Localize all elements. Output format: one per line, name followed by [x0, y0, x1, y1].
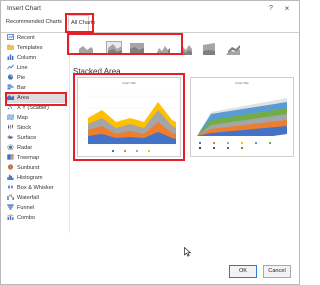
- sidebar-item-label: Line: [17, 65, 28, 71]
- pie-chart-icon: [7, 74, 14, 80]
- sidebar-item-label: Pie: [17, 75, 26, 81]
- mouse-cursor-icon: [184, 247, 192, 257]
- sidebar-item-column[interactable]: Column: [7, 54, 67, 63]
- subtype-3d-100-stacked-area[interactable]: [201, 41, 217, 55]
- histogram-chart-icon: [7, 174, 14, 180]
- sidebar-item-sunburst[interactable]: Sunburst: [7, 164, 67, 173]
- box-whisker-chart-icon: [8, 184, 13, 190]
- sidebar-item-histogram[interactable]: Histogram: [7, 174, 67, 183]
- radar-chart-icon: [7, 144, 14, 150]
- sidebar-item-recent[interactable]: Recent: [7, 34, 67, 43]
- sidebar-item-map[interactable]: Map: [7, 114, 67, 123]
- help-button[interactable]: ?: [266, 4, 276, 14]
- chart-type-list: Recent Templates Column Line Pie Bar Are…: [1, 33, 67, 241]
- templates-icon: [7, 44, 14, 50]
- sidebar-item-label: Box & Whisker: [17, 185, 54, 191]
- chart-preview-2[interactable]: Chart Title: [190, 77, 294, 157]
- sidebar-item-scatter[interactable]: X Y (Scatter): [7, 104, 67, 113]
- stacked-area-preview-graphic: [88, 95, 176, 152]
- 3d-stacked-area-subtype-icon: [180, 45, 192, 55]
- sidebar-item-box-whisker[interactable]: Box & Whisker: [7, 184, 67, 193]
- tab-bar: Recommended Charts All Charts: [1, 15, 299, 33]
- map-chart-icon: [7, 114, 14, 120]
- 3d-area-subtype-icon: [156, 46, 170, 55]
- sidebar-item-label: Templates: [17, 45, 43, 51]
- scatter-chart-icon: [7, 104, 14, 110]
- stock-chart-icon: [8, 124, 13, 130]
- chart-gallery: Stacked Area Chart Title Chart Title: [69, 33, 297, 233]
- sidebar-item-label: Bar: [17, 85, 26, 91]
- line-chart-icon: [7, 64, 14, 70]
- recent-icon: [7, 34, 14, 40]
- column-chart-icon: [7, 54, 14, 60]
- sidebar-item-area[interactable]: Area: [7, 94, 67, 103]
- sidebar-item-waterfall[interactable]: Waterfall: [7, 194, 67, 203]
- sidebar-item-pie[interactable]: Pie: [7, 74, 67, 83]
- combo-chart-icon: [7, 214, 14, 220]
- sidebar-item-label: Histogram: [17, 175, 43, 181]
- sidebar-item-label: Column: [17, 55, 37, 61]
- sidebar-item-label: Recent: [17, 35, 35, 41]
- sidebar-item-surface[interactable]: Surface: [7, 134, 67, 143]
- sidebar-item-combo[interactable]: Combo: [7, 214, 67, 223]
- sidebar-item-treemap[interactable]: Treemap: [7, 154, 67, 163]
- sidebar-item-label: Treemap: [17, 155, 40, 161]
- sidebar-item-label: Sunburst: [17, 165, 40, 171]
- sidebar-item-bar[interactable]: Bar: [7, 84, 67, 93]
- area-subtype-icon: [79, 46, 93, 55]
- waterfall-chart-icon: [7, 194, 14, 200]
- sidebar-item-label: Stock: [17, 125, 31, 131]
- close-button[interactable]: ×: [282, 4, 292, 14]
- chart-preview-1[interactable]: Chart Title: [77, 77, 181, 157]
- section-title: Stacked Area: [73, 67, 121, 76]
- 100-stacked-area-subtype-icon: [130, 43, 144, 55]
- sidebar-item-templates[interactable]: Templates: [7, 44, 67, 53]
- sidebar-item-label: Radar: [17, 145, 33, 151]
- bar-chart-icon: [7, 84, 14, 90]
- funnel-chart-icon: [7, 204, 14, 210]
- sidebar-item-label: X Y (Scatter): [17, 105, 49, 111]
- sidebar-item-funnel[interactable]: Funnel: [7, 204, 67, 213]
- dialog-title: Insert Chart: [7, 5, 41, 12]
- 3d-100-stacked-area-subtype-icon: [203, 43, 215, 55]
- sidebar-item-label: Area: [17, 95, 29, 101]
- treemap-chart-icon: [7, 154, 14, 160]
- subtype-area[interactable]: [77, 41, 93, 55]
- sunburst-chart-icon: [7, 164, 14, 170]
- cancel-button[interactable]: Cancel: [263, 265, 291, 278]
- subtype-3d-area-perspective[interactable]: [224, 41, 240, 55]
- subtype-stacked-area[interactable]: [106, 41, 122, 55]
- surface-chart-icon: [7, 134, 14, 139]
- 3d-stacked-area-preview-graphic: [197, 98, 287, 149]
- subtype-3d-stacked-area[interactable]: [178, 41, 194, 55]
- dialog-footer: OK Cancel: [1, 264, 299, 284]
- sidebar-item-radar[interactable]: Radar: [7, 144, 67, 153]
- sidebar-item-label: Surface: [17, 135, 37, 141]
- tab-all-charts[interactable]: All Charts: [68, 15, 95, 33]
- tab-recommended-charts[interactable]: Recommended Charts: [6, 19, 66, 25]
- sidebar-item-line[interactable]: Line: [7, 64, 67, 73]
- ok-button[interactable]: OK: [229, 265, 257, 278]
- area-chart-icon: [7, 95, 14, 100]
- sidebar-item-label: Map: [17, 115, 28, 121]
- sidebar-item-stock[interactable]: Stock: [7, 124, 67, 133]
- stacked-area-subtype-icon: [108, 44, 122, 55]
- subtype-100-stacked-area[interactable]: [128, 41, 144, 55]
- sidebar-item-label: Combo: [17, 215, 36, 221]
- 3d-area-perspective-subtype-icon: [226, 45, 240, 55]
- sidebar-item-label: Funnel: [17, 205, 35, 211]
- insert-chart-dialog: Insert Chart ? × Recommended Charts All …: [0, 0, 300, 285]
- subtype-3d-area[interactable]: [154, 41, 170, 55]
- sidebar-item-label: Waterfall: [17, 195, 39, 201]
